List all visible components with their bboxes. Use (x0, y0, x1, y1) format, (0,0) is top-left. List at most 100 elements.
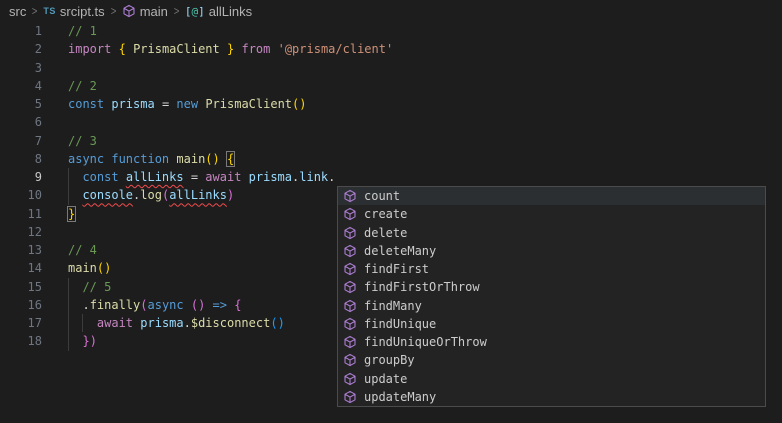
method-icon (343, 353, 357, 367)
suggestion-item-updatemany[interactable]: updateMany (338, 388, 765, 406)
breadcrumb-label: srcipt.ts (60, 4, 105, 19)
vscode-editor-window: src > TS srcipt.ts > main > [@]allLinks 1 // 1 2 i… (0, 0, 782, 423)
code-token: await (205, 170, 241, 184)
breadcrumb-separator-icon: > (173, 4, 180, 18)
indent-guide (68, 296, 69, 314)
suggestion-item-update[interactable]: update (338, 370, 765, 388)
suggestion-item-findfirstorthrow[interactable]: findFirstOrThrow (338, 278, 765, 296)
suggestion-item-deletemany[interactable]: deleteMany (338, 242, 765, 260)
code-token: const (82, 170, 118, 184)
code-token: allLinks (126, 170, 184, 184)
line-number: 7 (0, 132, 42, 150)
code-line-text: // 3 (68, 132, 97, 150)
code-token: . (184, 316, 191, 330)
code-token: console (82, 188, 133, 202)
code-token: '@prisma/client' (278, 42, 394, 56)
method-icon (343, 244, 357, 258)
line-number: 13 (0, 241, 42, 259)
code-token: function (111, 152, 169, 166)
code-token: } (68, 207, 75, 221)
code-token (119, 170, 126, 184)
breadcrumb-item-srcipt-ts[interactable]: TS srcipt.ts (43, 4, 104, 19)
indent-guide (68, 168, 69, 186)
code-token: // 2 (68, 79, 97, 93)
line-number: 16 (0, 296, 42, 314)
code-token: link (299, 170, 328, 184)
suggestion-label: update (364, 372, 407, 386)
code-line-text: import { PrismaClient } from '@prisma/cl… (68, 40, 393, 58)
breadcrumb-separator-icon: > (31, 4, 38, 18)
code-token: () (205, 152, 219, 166)
code-token: async (68, 152, 104, 166)
suggestion-label: create (364, 207, 407, 221)
code-token: // 5 (82, 280, 111, 294)
indent-guide (68, 332, 69, 350)
code-token: new (176, 97, 198, 111)
code-line-text: await prisma.$disconnect() (68, 314, 285, 332)
code-line-text: const prisma = new PrismaClient() (68, 95, 306, 113)
line-number: 12 (0, 223, 42, 241)
suggestion-label: count (364, 189, 400, 203)
code-line-text: console.log(allLinks) (68, 186, 234, 204)
code-token (68, 170, 82, 184)
autocomplete-popup: count create delete deleteMany findFirst find… (337, 186, 766, 407)
code-token (111, 42, 118, 56)
code-token: ( (140, 298, 147, 312)
code-token: prisma (140, 316, 183, 330)
code-line[interactable]: 8async function main() { (0, 150, 782, 168)
code-token (184, 298, 191, 312)
code-line-text: // 1 (68, 22, 97, 40)
code-line[interactable]: 6 (0, 113, 782, 131)
breadcrumb-item-src[interactable]: src (9, 4, 26, 19)
breadcrumb-item-alllinks[interactable]: [@]allLinks (185, 4, 252, 19)
method-icon (122, 4, 136, 18)
suggestion-item-findunique[interactable]: findUnique (338, 315, 765, 333)
suggestion-label: deleteMany (364, 244, 436, 258)
code-token: // 3 (68, 134, 97, 148)
code-line[interactable]: 9 const allLinks = await prisma.link. (0, 168, 782, 186)
line-number: 14 (0, 259, 42, 277)
code-token: log (140, 188, 162, 202)
suggestion-item-delete[interactable]: delete (338, 224, 765, 242)
code-token: from (241, 42, 270, 56)
code-token: main (68, 261, 97, 275)
line-number: 5 (0, 95, 42, 113)
code-line[interactable]: 3 (0, 59, 782, 77)
breadcrumb-label: src (9, 4, 26, 19)
suggestion-item-count[interactable]: count (338, 187, 765, 205)
code-line-text: // 2 (68, 77, 97, 95)
code-token: { (227, 152, 234, 166)
line-number: 18 (0, 332, 42, 350)
suggestion-label: findMany (364, 299, 422, 313)
line-number: 1 (0, 22, 42, 40)
suggestion-label: findFirstOrThrow (364, 280, 480, 294)
code-line[interactable]: 7 // 3 (0, 132, 782, 150)
method-icon (343, 390, 357, 404)
code-token: () (191, 298, 205, 312)
code-token: () (292, 97, 306, 111)
code-token: () (97, 261, 111, 275)
suggestion-item-finduniqueorthrow[interactable]: findUniqueOrThrow (338, 333, 765, 351)
code-token: main (176, 152, 205, 166)
code-token (68, 188, 82, 202)
code-line[interactable]: 5 const prisma = new PrismaClient() (0, 95, 782, 113)
code-token: . (68, 298, 90, 312)
code-line[interactable]: 1 // 1 (0, 22, 782, 40)
line-number: 3 (0, 59, 42, 77)
code-line[interactable]: 2 import { PrismaClient } from '@prisma/c… (0, 40, 782, 58)
code-token: prisma (249, 170, 292, 184)
breadcrumb-item-main[interactable]: main (122, 4, 168, 19)
suggestion-item-findmany[interactable]: findMany (338, 297, 765, 315)
line-number: 2 (0, 40, 42, 58)
indent-guide (82, 314, 83, 332)
code-token (205, 298, 212, 312)
suggestion-item-groupby[interactable]: groupBy (338, 351, 765, 369)
typescript-icon: TS (43, 6, 56, 16)
suggestion-item-create[interactable]: create (338, 205, 765, 223)
code-token: { (234, 298, 241, 312)
code-token (270, 42, 277, 56)
indent-guide (68, 186, 69, 204)
suggestion-item-findfirst[interactable]: findFirst (338, 260, 765, 278)
breadcrumb-separator-icon: > (110, 4, 117, 18)
code-line[interactable]: 4// 2 (0, 77, 782, 95)
